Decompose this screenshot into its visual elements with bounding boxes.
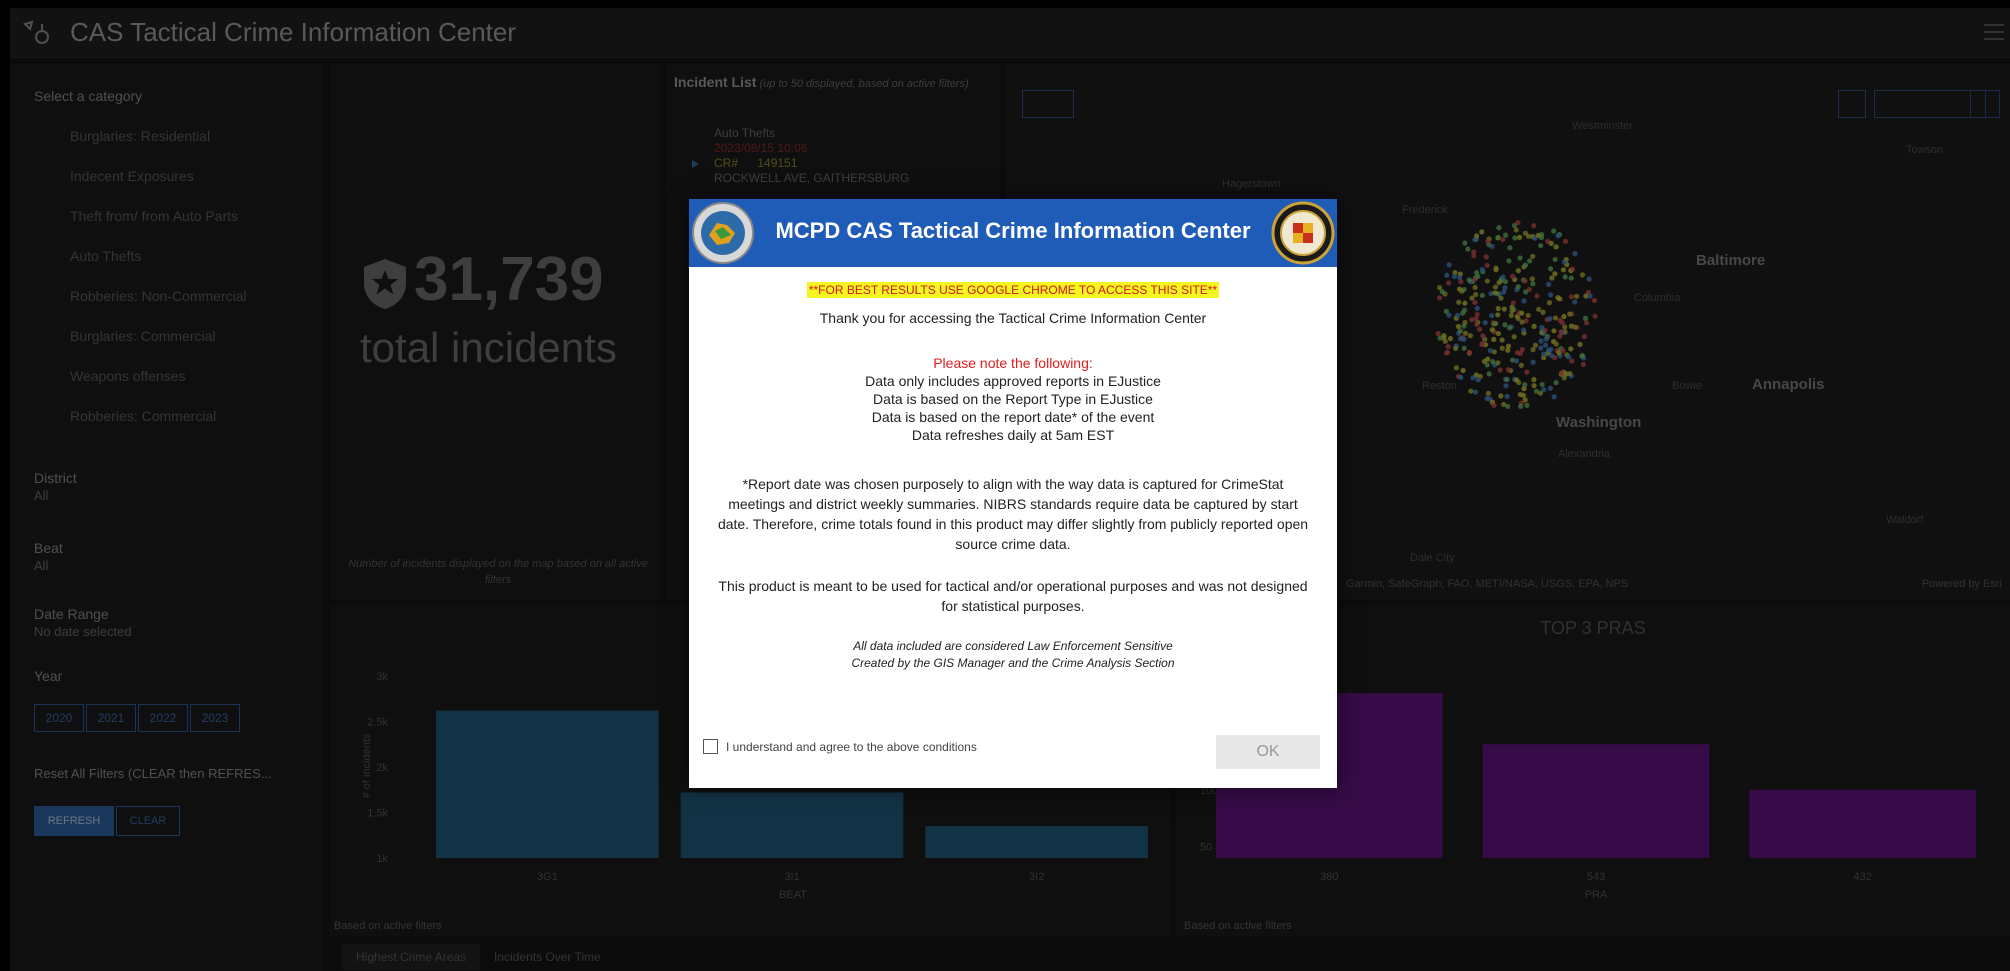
thanks-text: Thank you for accessing the Tactical Cri… bbox=[819, 310, 1207, 326]
disclaimer-modal: MCPD CAS Tactical Crime Information Cent… bbox=[689, 199, 1337, 788]
cas-seal-icon bbox=[692, 202, 754, 264]
report-date-explanation: *Report date was chosen purposely to ali… bbox=[717, 476, 1309, 552]
modal-title: MCPD CAS Tactical Crime Information Cent… bbox=[775, 218, 1251, 243]
ok-button[interactable]: OK bbox=[1216, 735, 1320, 769]
modal-body: **FOR BEST RESULTS USE GOOGLE CHROME TO … bbox=[689, 267, 1337, 722]
note-line: Data is based on the report date* of the… bbox=[871, 409, 1155, 425]
browser-warning: **FOR BEST RESULTS USE GOOGLE CHROME TO … bbox=[806, 282, 1220, 298]
legal-line: Created by the GIS Manager and the Crime… bbox=[851, 656, 1175, 670]
police-badge-icon bbox=[1271, 201, 1335, 265]
note-line: Data refreshes daily at 5am EST bbox=[911, 427, 1115, 443]
modal-header: MCPD CAS Tactical Crime Information Cent… bbox=[689, 199, 1337, 267]
note-line: Data is based on the Report Type in EJus… bbox=[873, 391, 1153, 407]
agree-label[interactable]: I understand and agree to the above cond… bbox=[726, 740, 977, 754]
note-line: Data only includes approved reports in E… bbox=[865, 373, 1161, 389]
legal-line: All data included are considered Law Enf… bbox=[853, 639, 1173, 653]
agree-checkbox[interactable] bbox=[703, 739, 718, 754]
agree-row: I understand and agree to the above cond… bbox=[703, 739, 977, 754]
tactical-purpose-text: This product is meant to be used for tac… bbox=[718, 578, 1308, 614]
note-heading: Please note the following: bbox=[933, 355, 1093, 371]
